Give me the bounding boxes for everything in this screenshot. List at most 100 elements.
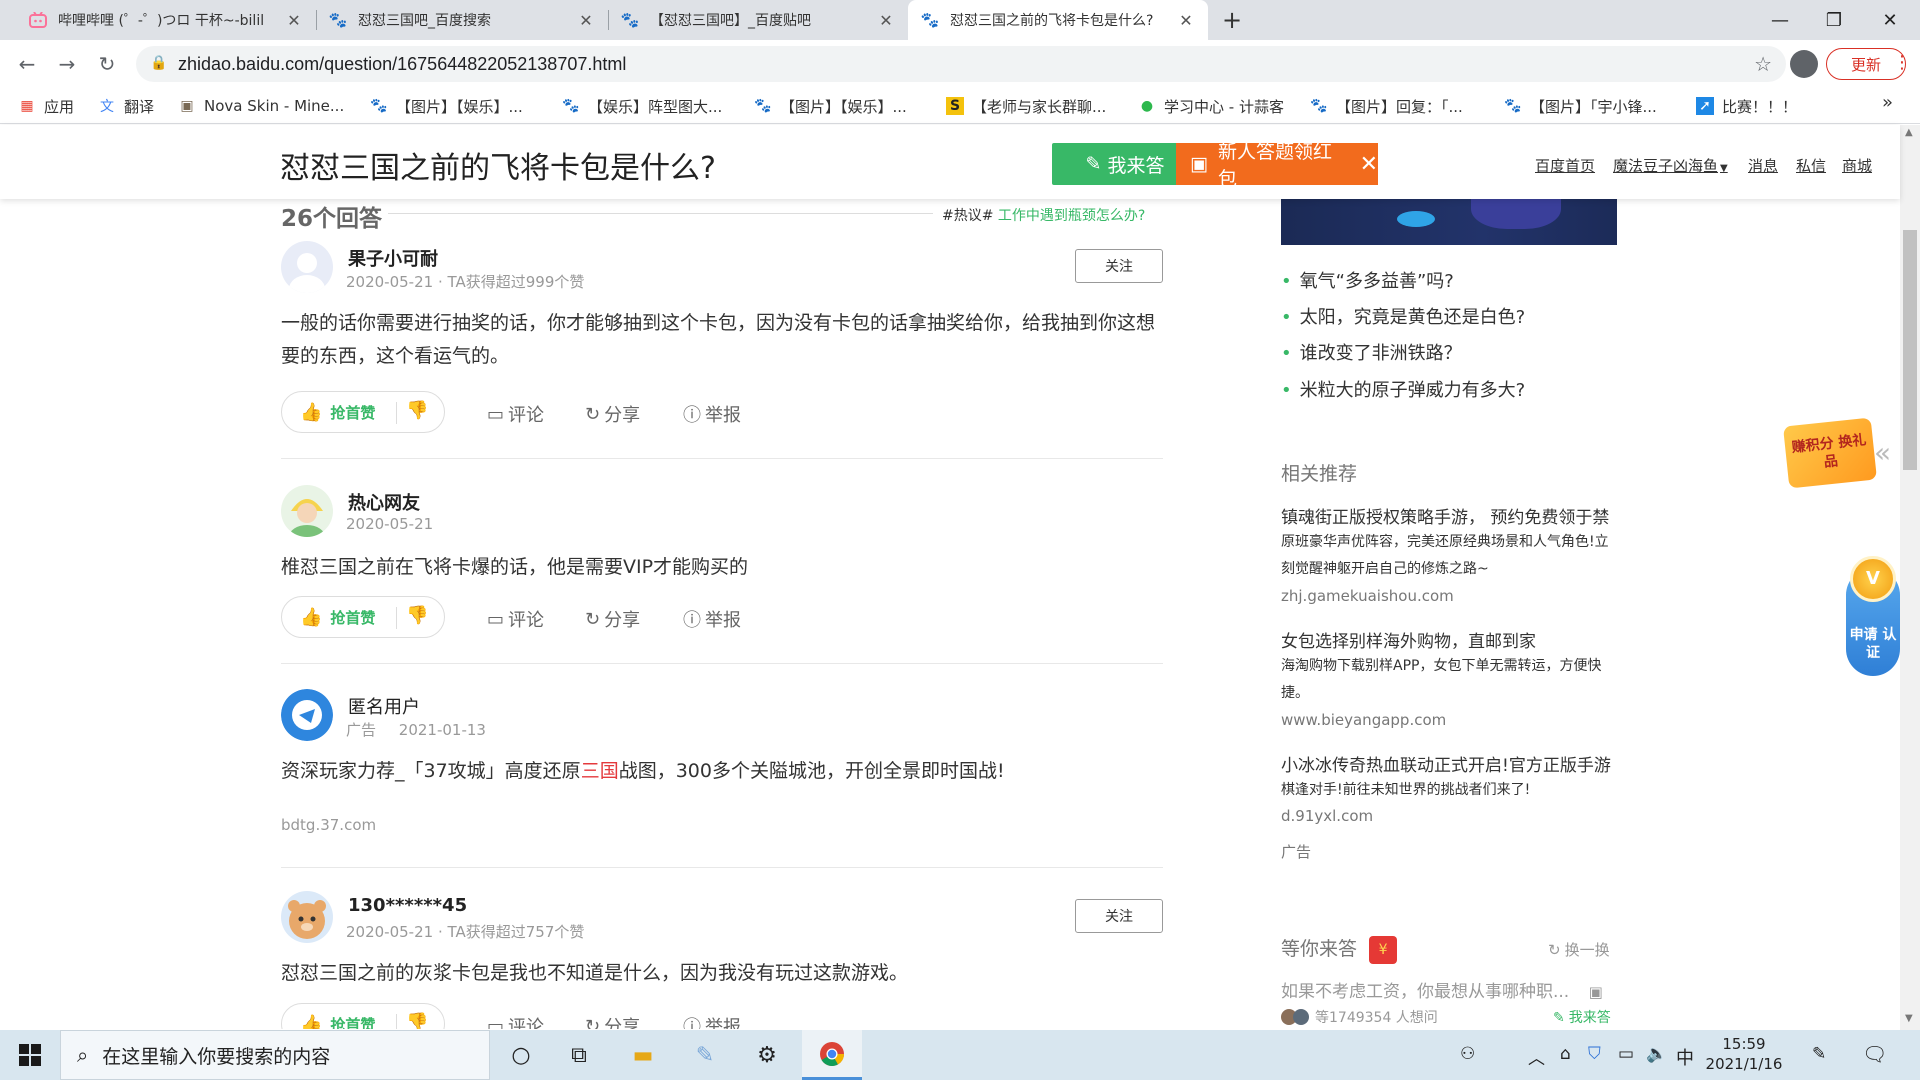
comment-button[interactable]: ▭ 评论 (487, 606, 544, 632)
hot-question-link[interactable]: • 太阳，究竟是黄色还是白色? (1281, 303, 1525, 329)
settings-gear-icon[interactable]: ⚙ (740, 1030, 794, 1080)
upvote-button[interactable]: 👍 抢首赞 (300, 607, 375, 628)
window-close-icon[interactable]: ✕ (1862, 0, 1918, 40)
avatar[interactable] (281, 485, 333, 537)
user-name[interactable]: 果子小可耐 (348, 245, 438, 271)
redpack-banner-button[interactable]: ▣ 新人答题领红包 ✕ (1176, 141, 1378, 190)
menu-kebab-icon[interactable]: ⋮ (1893, 52, 1911, 73)
close-icon[interactable]: ✕ (1360, 152, 1378, 177)
scroll-down-icon[interactable]: ▼ (1905, 1013, 1913, 1024)
user-name[interactable]: 热心网友 (348, 489, 420, 515)
windows-start-button[interactable] (0, 1030, 60, 1080)
tab-bilibili[interactable]: 哔哩哔哩 (゜-゜)つロ 干杯~-bilil ✕ (16, 0, 316, 40)
ime-indicator[interactable]: 中 (1676, 1044, 1694, 1070)
file-explorer-icon[interactable]: ▬ (616, 1030, 670, 1080)
bookmark-translate[interactable]: 文翻译 (98, 94, 154, 118)
ad-text[interactable]: 资深玩家力荐_「37攻城」高度还原三国战图，300多个关隘城池，开创全景即时国战… (281, 755, 1171, 788)
bookmark-item[interactable]: 🐾 【图片】【娱乐】... (754, 94, 907, 118)
thumbs-down-icon[interactable]: 👎 (406, 400, 428, 421)
bookmark-jisuanke[interactable]: ● 学习中心 - 计蒜客 (1138, 94, 1284, 118)
recommendation-title[interactable]: 镇魂街正版授权策略手游， 预约免费领于禁 (1281, 503, 1617, 528)
recommendation-title[interactable]: 小冰冰传奇热血联动正式开启!官方正版手游 (1281, 751, 1617, 776)
close-icon[interactable]: ✕ (284, 10, 304, 30)
waiting-question[interactable]: 如果不考虑工资，你最想从事哪种职... ▣ (1281, 977, 1603, 1002)
close-icon[interactable]: ✕ (576, 10, 596, 30)
network-icon[interactable]: ⌂ (1560, 1044, 1571, 1064)
recommendation-title[interactable]: 女包选择别样海外购物，直邮到家 (1281, 627, 1617, 652)
lock-icon[interactable]: 🔒 (150, 55, 168, 73)
battery-icon[interactable]: ▭ (1618, 1044, 1634, 1064)
bookmark-item[interactable]: 🐾 【图片】「宇小锋... (1504, 94, 1657, 118)
bookmark-apps[interactable]: ▦ 应用 (18, 94, 74, 118)
comment-button[interactable]: ▭ 评论 (487, 401, 544, 427)
ad-url[interactable]: bdtg.37.com (281, 816, 376, 834)
report-button[interactable]: ⓘ 举报 (683, 606, 741, 632)
report-button[interactable]: ⓘ 举报 (683, 1013, 741, 1029)
input-method-icon[interactable]: ✎ (1812, 1044, 1826, 1064)
cortana-icon[interactable]: ○ (494, 1030, 548, 1080)
page-scrollbar[interactable]: ▲ ▼ (1900, 125, 1920, 1030)
tab-zhidao-question[interactable]: 🐾 怼怼三国之前的飞将卡包是什么? ✕ (908, 0, 1208, 40)
profile-avatar-icon[interactable] (1790, 50, 1818, 78)
tab-baidu-search[interactable]: 🐾 怼怼三国吧_百度搜索 ✕ (316, 0, 608, 40)
bookmark-item[interactable]: 🐾 【图片】回复：「... (1310, 94, 1463, 118)
follow-button[interactable]: 关注 (1075, 249, 1163, 283)
points-gift-float-button[interactable]: 赚积分 换礼品 (1783, 417, 1877, 489)
chrome-taskbar-icon[interactable] (802, 1030, 862, 1080)
link-messages[interactable]: 消息 (1748, 155, 1778, 176)
link-baidu-home[interactable]: 百度首页 (1535, 155, 1595, 176)
bookmark-item[interactable]: S 【老师与家长群聊... (946, 94, 1106, 118)
address-bar[interactable]: 🔒 zhidao.baidu.com/question/167564482205… (136, 46, 1786, 82)
bookmarks-more-button[interactable]: » (1882, 92, 1893, 113)
back-icon[interactable]: ← (12, 49, 42, 79)
share-button[interactable]: ↻ 分享 (585, 1013, 640, 1030)
scrollbar-thumb[interactable] (1903, 230, 1917, 470)
chevron-up-icon[interactable]: ︿ (1528, 1044, 1545, 1069)
recommendation-url[interactable]: zhj.gamekuaishou.com (1281, 587, 1454, 605)
report-button[interactable]: ⓘ 举报 (683, 401, 741, 427)
recommendation-url[interactable]: d.91yxl.com (1281, 807, 1373, 825)
swap-button[interactable]: ↻ 换一换 (1548, 939, 1610, 960)
reload-icon[interactable]: ↻ (92, 49, 122, 79)
recommendation-url[interactable]: www.bieyangapp.com (1281, 711, 1446, 729)
scroll-up-icon[interactable]: ▲ (1905, 127, 1913, 138)
paint-icon[interactable]: ✎ (678, 1030, 732, 1080)
thumbs-down-icon[interactable]: 👎 (406, 605, 428, 626)
close-icon[interactable]: ✕ (876, 10, 896, 30)
link-mall[interactable]: 商城 (1842, 155, 1872, 176)
url-text[interactable]: zhidao.baidu.com/question/16756448220521… (178, 54, 626, 75)
bookmark-nova-skin[interactable]: ▣ Nova Skin - Mine... (178, 94, 344, 118)
share-button[interactable]: ↻ 分享 (585, 606, 640, 632)
bookmark-item[interactable]: 🐾 【娱乐】阵型图大... (562, 94, 722, 118)
hot-question-link[interactable]: • 氧气“多多益善”吗? (1281, 267, 1454, 293)
hot-question-link[interactable]: • 谁改变了非洲铁路？ (1281, 339, 1462, 365)
security-shield-icon[interactable]: ⛉ (1588, 1044, 1601, 1064)
upvote-button[interactable]: 👍 抢首赞 (300, 402, 375, 423)
minimize-icon[interactable]: — (1752, 0, 1808, 40)
avatar[interactable] (281, 689, 333, 741)
volume-icon[interactable]: 🔈 (1646, 1044, 1667, 1064)
apply-certification-float-button[interactable]: V 申请 认证 (1846, 556, 1900, 676)
forward-icon[interactable]: → (52, 49, 82, 79)
user-name[interactable]: 130******45 (348, 895, 467, 916)
close-icon[interactable]: ✕ (1176, 10, 1196, 30)
bookmark-item[interactable]: ➚ 比赛！！！ (1696, 94, 1797, 118)
taskbar-search-box[interactable]: ⌕ 在这里输入你要搜索的内容 (60, 1030, 490, 1080)
comment-button[interactable]: ▭ 评论 (487, 1013, 544, 1030)
hot-topic-link[interactable]: 工作中遇到瓶颈怎么办? (998, 208, 1145, 224)
taskbar-clock[interactable]: 15:59 2021/1/16 (1700, 1034, 1788, 1074)
waiting-answer-button[interactable]: ✎ 我来答 (1553, 1007, 1611, 1027)
notification-center-icon[interactable]: 🗨 (1862, 1042, 1887, 1066)
double-chevron-left-icon[interactable]: « (1874, 436, 1891, 469)
task-view-icon[interactable]: ⧉ (552, 1030, 606, 1080)
avatar[interactable] (281, 241, 333, 293)
thumbs-down-icon[interactable]: 👎 (406, 1012, 428, 1029)
link-user-menu[interactable]: 魔法豆子凶海鱼 ▼ (1613, 155, 1728, 176)
maximize-icon[interactable]: ❐ (1806, 0, 1862, 40)
bookmark-item[interactable]: 🐾 【图片】【娱乐】... (370, 94, 523, 118)
avatar[interactable] (281, 891, 333, 943)
sidebar-banner-image[interactable] (1281, 199, 1617, 245)
share-button[interactable]: ↻ 分享 (585, 401, 640, 427)
tab-tieba[interactable]: 🐾 【怼怼三国吧】_百度贴吧 ✕ (608, 0, 908, 40)
follow-button[interactable]: 关注 (1075, 899, 1163, 933)
